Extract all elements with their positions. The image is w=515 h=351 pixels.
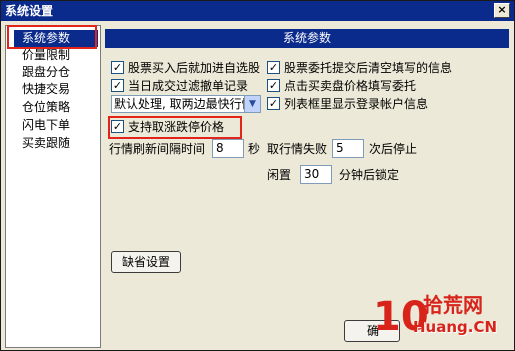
refresh-interval-label: 行情刷新间隔时间 [109,142,206,156]
checkbox-clear-after-submit[interactable]: ✓ 股票委托提交后清空填写的信息 [267,60,452,76]
idle-input[interactable]: 30 [300,165,332,184]
title-bar: 系统设置 × [1,1,514,21]
check-icon: ✓ [268,61,279,74]
sidebar-item-follow-split[interactable]: 跟盘分仓 [8,64,96,81]
check-icon: ✓ [268,97,279,110]
checkbox-label: 支持取涨跌停价格 [128,120,225,134]
sidebar-item-trade-follow[interactable]: 买卖跟随 [8,135,96,152]
refresh-interval-input[interactable]: 8 [212,139,244,158]
check-icon: ✓ [112,79,123,92]
checkbox-label: 列表框里显示登录帐户信息 [284,97,429,111]
idle-unit: 分钟后锁定 [339,168,400,182]
checkbox-limit-price[interactable]: ✓ 支持取涨跌停价格 [111,119,224,135]
sidebar-item-position-strategy[interactable]: 仓位策略 [8,99,96,116]
quote-fail-unit: 次后停止 [369,142,418,156]
checkbox-label: 当日成交过滤撤单记录 [128,79,249,93]
sidebar-item-flash-order[interactable]: 闪电下单 [8,117,96,134]
checkbox-box[interactable]: ✓ [111,120,124,133]
watermark-url: Huang.CN [413,318,498,336]
check-icon: ✓ [112,120,123,133]
sidebar-item-quick-trade[interactable]: 快捷交易 [8,81,96,98]
checkbox-box[interactable]: ✓ [267,61,280,74]
refresh-interval-unit: 秒 [248,142,261,156]
idle-label: 闲置 [267,168,292,182]
checkbox-box[interactable]: ✓ [111,79,124,92]
default-settings-button[interactable]: 缺省设置 [111,251,181,273]
sidebar-item-price-volume-limit[interactable]: 价量限制 [8,47,96,64]
checkbox-show-account-info[interactable]: ✓ 列表框里显示登录帐户信息 [267,96,428,112]
checkbox-box[interactable]: ✓ [267,97,280,110]
check-icon: ✓ [112,61,123,74]
quote-fail-input[interactable]: 5 [332,139,364,158]
quote-fail-label: 取行情失败 [267,142,328,156]
checkbox-label: 股票委托提交后清空填写的信息 [284,61,453,75]
watermark-brand: 拾荒网 [423,293,483,317]
chevron-down-icon[interactable]: ▼ [244,96,260,112]
sidebar: 系统参数 价量限制 跟盘分仓 快捷交易 仓位策略 闪电下单 买卖跟随 [5,25,101,348]
checkbox-label: 点击买卖盘价格填写委托 [284,79,417,93]
close-icon[interactable]: × [494,3,510,18]
checkbox-add-to-watchlist[interactable]: ✓ 股票买入后就加进自选股 [111,60,260,76]
checkbox-box[interactable]: ✓ [267,79,280,92]
settings-dialog: 系统设置 × 系统参数 价量限制 跟盘分仓 快捷交易 仓位策略 闪电下单 买卖跟… [0,0,515,351]
quote-source-dropdown[interactable]: 默认处理, 取两边最快行情 ▼ [111,95,261,113]
checkbox-label: 股票买入后就加进自选股 [128,61,261,75]
window-title: 系统设置 [5,4,54,18]
check-icon: ✓ [268,79,279,92]
checkbox-filter-cancelled[interactable]: ✓ 当日成交过滤撤单记录 [111,78,248,94]
checkbox-click-price-fill[interactable]: ✓ 点击买卖盘价格填写委托 [267,78,416,94]
sidebar-item-system-params[interactable]: 系统参数 [14,30,98,47]
dropdown-value: 默认处理, 取两边最快行情 [114,97,254,111]
checkbox-box[interactable]: ✓ [111,61,124,74]
watermark: 10 拾荒网 Huang.CN [373,291,513,345]
panel-header: 系统参数 [105,29,509,48]
